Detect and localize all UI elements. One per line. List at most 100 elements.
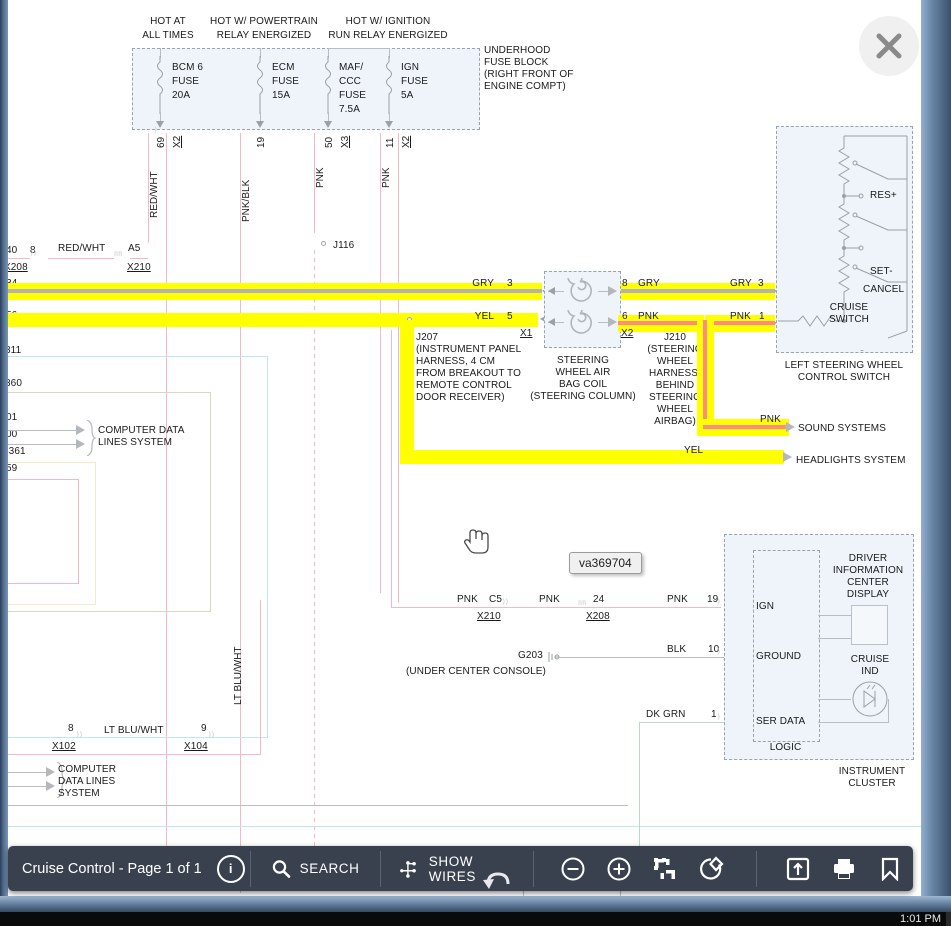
splice-j116-dot [321, 241, 326, 246]
ign-run-1-conn: X208 [586, 611, 610, 622]
wire-name-redwht: RED/WHT [149, 171, 160, 218]
fuse-2-rating: 7.5A [339, 104, 360, 115]
power-header-2-line1: HOT W/ IGNITION [345, 16, 431, 27]
toolbar-title-section: Cruise Control - Page 1 of 1 i [8, 846, 250, 891]
wire-pin-a5: A5 [128, 243, 141, 254]
headlights-color-label: YEL [684, 445, 704, 456]
cluster-logic-label: LOGIC [769, 742, 802, 753]
yel-left-pin: 5 [507, 311, 513, 322]
fuse-symbol-3 [386, 56, 392, 114]
ign-run-0-conn: X210 [477, 611, 501, 622]
info-button[interactable]: i [212, 846, 250, 891]
diagram-tooltip: va369704 [569, 552, 642, 574]
wire-pnk-vertical-core [703, 320, 707, 428]
cruise-in-gry-pin: 3 [758, 278, 764, 289]
air-bag-coil-label: STEERING WHEEL AIR BAG COIL (STEERING CO… [530, 355, 636, 402]
coil-conn-x2: X2 [621, 328, 634, 339]
fuse-3-word: FUSE [401, 76, 429, 87]
fuse-3-name: IGN [401, 62, 420, 73]
cruise-switch-pole-0: RES+ [870, 190, 897, 201]
rotate-button[interactable] [688, 846, 734, 891]
zoom-out-button[interactable] [550, 846, 596, 891]
close-button[interactable] [859, 16, 919, 76]
driver-info-center-display-label: DRIVER INFORMATION CENTER DISPLAY [832, 553, 904, 600]
coil-spiral-icon-2 [567, 310, 592, 334]
serdata-color: DK GRN [646, 709, 686, 720]
zoom-in-button[interactable] [596, 846, 642, 891]
fuse-block-label: UNDERHOOD FUSE BLOCK (RIGHT FRONT OF ENG… [484, 45, 574, 92]
fuse-0-name: BCM 6 [172, 62, 204, 73]
cruise-switch-pole-2: CANCEL [863, 284, 905, 295]
fuse-symbol-2 [325, 56, 331, 114]
wire-name-pnk-1: PNK [315, 167, 326, 188]
gry-left-pin: 3 [507, 278, 513, 289]
sound-systems-label: SOUND SYSTEMS [798, 423, 886, 434]
undo-icon[interactable] [482, 870, 512, 896]
search-label: SEARCH [299, 861, 360, 876]
ign-run-1-color: PNK [539, 594, 560, 605]
ign-run-1-pin: 24 [593, 594, 605, 605]
yel-left-color: YEL [474, 311, 494, 322]
show-wires-button[interactable]: SHOW WIRES [380, 846, 533, 891]
fuse-0-rating: 20A [172, 90, 191, 101]
fuse-pin-0-conn: X2 [172, 135, 183, 148]
search-button[interactable]: SEARCH [251, 846, 380, 891]
instrument-cluster-caption: INSTRUMENT CLUSTER [838, 766, 906, 789]
j207-label: J207 (INSTRUMENT PANEL HARNESS, 4 CM FRO… [416, 332, 522, 403]
left-pin-59: 59 [8, 463, 18, 474]
wire-label-redwht: RED/WHT [58, 243, 106, 254]
print-button[interactable] [821, 846, 867, 891]
wiring-diagram-page: HOT AT ALL TIMES HOT W/ POWERTRAIN RELAY… [8, 0, 921, 896]
left-conn-x208: X208 [8, 262, 28, 273]
fuse-symbol-0 [157, 56, 163, 114]
cluster-logic-box [753, 550, 820, 742]
rotate-icon [700, 855, 724, 880]
fuse-pin-3-num: 11 [385, 137, 396, 148]
splice-j116-label: J116 [333, 240, 355, 251]
ign-run-2-color: PNK [667, 594, 688, 605]
fuse-0-word: FUSE [172, 76, 200, 87]
highlight-yel-left [8, 313, 538, 327]
taskbar-show-desktop[interactable] [946, 912, 951, 926]
cruise-in-pnk-color: PNK [730, 311, 751, 322]
fuse-symbol-1 [257, 56, 263, 114]
info-icon: i [216, 854, 245, 883]
wire-conn-x210: X210 [127, 262, 151, 273]
fuse-pin-2-num: 50 [324, 136, 335, 148]
gry-right-pin: 8 [622, 278, 628, 289]
taskbar-clock[interactable]: 1:01 PM [900, 912, 941, 926]
ground-name: G203 [518, 650, 543, 661]
window-left-edge [0, 0, 8, 900]
fuse-2-name2: CCC [339, 76, 361, 87]
ltbluwht-right-pin: 9 [201, 723, 207, 734]
wire-pnk-coil-core [618, 321, 704, 325]
headlights-system-label: HEADLIGHTS SYSTEM [796, 455, 906, 466]
underhood-fuse-block [132, 48, 480, 130]
show-wires-icon [400, 860, 417, 878]
fuse-2-word: FUSE [339, 90, 367, 101]
export-button[interactable] [775, 846, 821, 891]
fuse-pin-2-conn: X3 [340, 135, 351, 148]
zoom-out-icon [561, 857, 585, 880]
serdata-pin: 1 [711, 709, 717, 720]
search-icon [272, 859, 290, 878]
zoom-controls [534, 846, 734, 891]
fuse-pin-3-conn: X2 [401, 135, 412, 148]
fuse-pin-1-num: 19 [256, 136, 267, 148]
pnk-dashed-wire [314, 250, 315, 888]
fuse-1-name: ECM [272, 62, 295, 73]
ign-run-0-color: PNK [457, 594, 478, 605]
os-taskbar[interactable] [0, 912, 951, 926]
left-pin-40: 40 [8, 245, 18, 256]
diagram-viewport[interactable]: HOT AT ALL TIMES HOT W/ POWERTRAIN RELAY… [8, 0, 921, 896]
bookmark-icon [881, 857, 899, 881]
ltbluwht-vertical-label: LT BLU/WHT [233, 646, 244, 705]
cluster-pin-ground: GROUND [756, 651, 802, 662]
cruise-in-pnk-pin: 1 [759, 311, 765, 322]
ground-color: BLK [667, 644, 687, 655]
page-title: Cruise Control - Page 1 of 1 [22, 860, 202, 877]
fuse-2-name: MAF/ [339, 62, 364, 73]
bookmark-button[interactable] [867, 846, 913, 891]
fit-to-screen-button[interactable] [642, 846, 688, 891]
fuse-1-word: FUSE [272, 76, 300, 87]
